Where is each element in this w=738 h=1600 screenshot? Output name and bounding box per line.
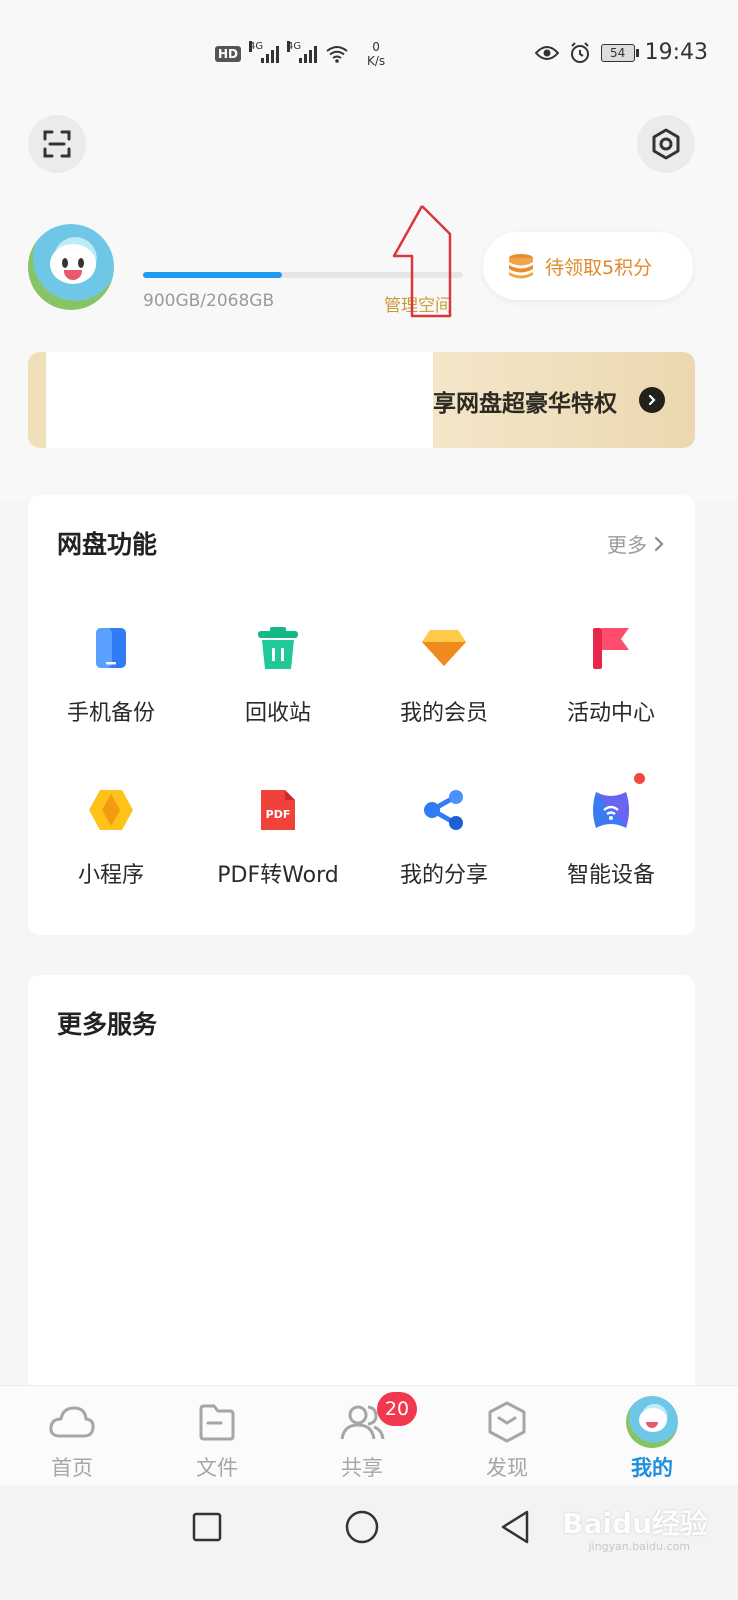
- tab-discover[interactable]: 发现: [447, 1398, 567, 1482]
- features-title: 网盘功能: [57, 530, 158, 559]
- banner-blank-area: [46, 352, 433, 448]
- folder-icon: [157, 1398, 277, 1446]
- feature-label: 我的分享: [399, 863, 488, 888]
- signal-icon-2: 4G: [287, 41, 318, 63]
- feature-label: 小程序: [77, 863, 144, 888]
- feature-label: 智能设备: [566, 863, 655, 888]
- services-card: 更多服务: [28, 975, 695, 1395]
- flag-icon: [586, 623, 636, 673]
- wifi-icon: [326, 46, 348, 63]
- eye-icon: [534, 45, 559, 60]
- bottom-tab-bar: 首页 文件 共享 发现 我的: [0, 1385, 738, 1486]
- points-label: 待领取5积分: [545, 256, 653, 279]
- red-arrow-annotation: [392, 205, 452, 318]
- services-title: 更多服务: [57, 1010, 158, 1039]
- cube-icon: [447, 1398, 567, 1446]
- feature-label: 回收站: [244, 701, 311, 726]
- feature-label: 活动中心: [566, 701, 655, 726]
- scan-button[interactable]: [28, 115, 86, 173]
- feature-smart-devices[interactable]: 智能设备: [531, 785, 691, 889]
- home-circle-icon[interactable]: [344, 1509, 380, 1545]
- cloud-icon: [12, 1398, 132, 1446]
- watermark-url: jingyan.baidu.com: [588, 1540, 690, 1553]
- tab-label: 共享: [341, 1456, 383, 1480]
- settings-hexagon-icon: [652, 128, 680, 160]
- battery-icon: 54: [600, 43, 639, 62]
- feature-activity-center[interactable]: 活动中心: [531, 623, 691, 727]
- tab-label: 发现: [486, 1456, 528, 1480]
- vip-banner[interactable]: 享网盘超豪华特权: [28, 352, 695, 448]
- diamond-icon: [419, 623, 469, 673]
- feature-label: 我的会员: [399, 701, 488, 726]
- status-icons-left: HD 4G 4G 0 K/s: [215, 40, 385, 68]
- feature-mini-program[interactable]: 小程序: [31, 785, 191, 889]
- hd-icon: HD: [215, 46, 242, 62]
- pdf-icon: PDF: [253, 785, 303, 835]
- avatar[interactable]: [28, 224, 114, 310]
- feature-membership[interactable]: 我的会员: [364, 623, 524, 727]
- feature-my-shares[interactable]: 我的分享: [364, 785, 524, 889]
- recent-apps-icon[interactable]: [191, 1511, 223, 1543]
- tab-home[interactable]: 首页: [12, 1398, 132, 1482]
- alarm-icon: [570, 41, 589, 63]
- points-button[interactable]: 待领取5积分: [483, 232, 693, 300]
- scan-icon: [43, 130, 71, 158]
- more-label: 更多: [607, 533, 647, 557]
- features-more-link[interactable]: 更多: [607, 529, 665, 558]
- storage-progress-fill: [143, 272, 283, 278]
- tab-files[interactable]: 文件: [157, 1398, 277, 1482]
- watermark-logo: Baidu经验: [562, 1507, 708, 1540]
- phone-backup-icon: [86, 623, 136, 673]
- mini-program-icon: [86, 785, 136, 835]
- svg-text:PDF: PDF: [266, 808, 291, 821]
- chevron-right-icon: [654, 536, 664, 551]
- back-triangle-icon[interactable]: [498, 1509, 532, 1545]
- storage-usage-text: 900GB/2068GB: [143, 291, 275, 311]
- coin-stack-icon: [509, 254, 533, 279]
- status-bar: HD 4G 4G 0 K/s 54 19:43: [0, 28, 738, 78]
- tab-label: 文件: [196, 1456, 238, 1480]
- banner-arrow-icon: [639, 387, 665, 413]
- feature-recycle-bin[interactable]: 回收站: [198, 623, 358, 727]
- features-card: 网盘功能 更多 手机备份 回收站 我的会员 活动中心 小程序 PDF PDF转W…: [28, 495, 695, 935]
- signal-icon-1: 4G: [249, 41, 280, 63]
- feature-pdf-to-word[interactable]: PDF PDF转Word: [198, 785, 358, 889]
- settings-button[interactable]: [637, 115, 695, 173]
- share-icon: [419, 785, 469, 835]
- feature-label: PDF转Word: [217, 863, 339, 888]
- tab-label: 首页: [51, 1456, 93, 1480]
- feature-label: 手机备份: [66, 701, 155, 726]
- status-icons-right: 54 19:43: [534, 40, 708, 65]
- smart-device-icon: [586, 785, 636, 835]
- feature-phone-backup[interactable]: 手机备份: [31, 623, 191, 727]
- tab-avatar: [626, 1396, 678, 1448]
- trash-icon: [253, 623, 303, 673]
- new-dot-indicator: [634, 773, 645, 784]
- share-count-badge: 20: [377, 1392, 417, 1426]
- tab-mine[interactable]: 我的: [592, 1396, 712, 1482]
- clock-time: 19:43: [644, 40, 708, 65]
- avatar-face: [50, 244, 96, 284]
- tab-label: 我的: [631, 1456, 673, 1480]
- banner-text: 享网盘超豪华特权: [433, 391, 617, 417]
- net-speed: 0 K/s: [367, 40, 386, 68]
